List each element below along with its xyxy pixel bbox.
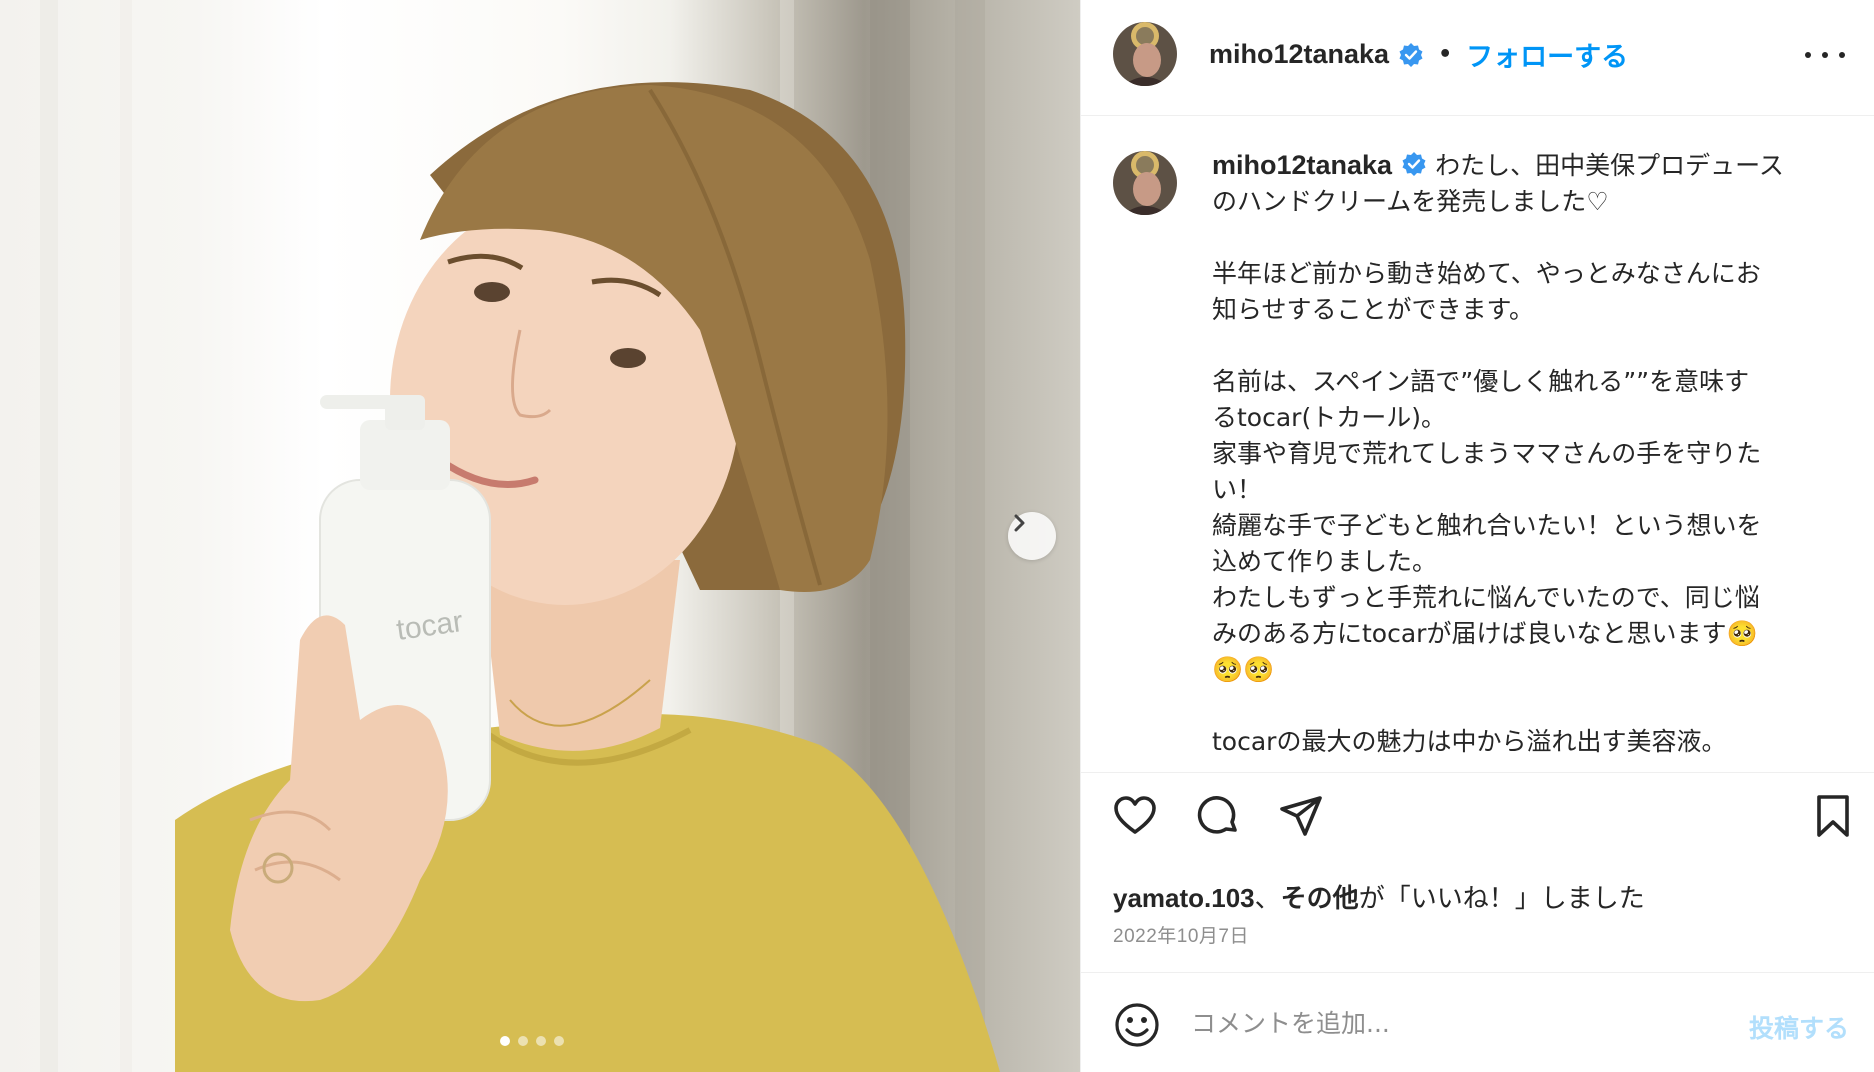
carousel-indicator [500,1036,564,1046]
verified-badge-icon [1399,42,1423,67]
avatar-image [1113,151,1177,215]
like-heart-icon[interactable] [1111,792,1159,840]
more-dot-icon [1805,52,1811,58]
post-panel: miho12tanaka • フォローする miho12tanaka わたし、田… [1080,0,1874,1072]
caption-line: 家事や育児で荒れてしまうママさんの手を守りた [1212,439,1762,468]
caption-line: 知らせすることができます。 [1212,295,1535,324]
post-image[interactable]: tocar [0,0,1080,1072]
avatar[interactable] [1113,22,1177,86]
caption-scroll-area[interactable]: miho12tanaka わたし、田中美保プロデュース のハンドクリームを発売しま… [1081,117,1874,773]
more-options-button[interactable] [1805,38,1845,72]
caption-line: わたしもずっと手荒れに悩んでいたので、同じ悩 [1212,583,1760,612]
post-actions [1081,784,1874,854]
header-separator: • [1438,42,1453,67]
carousel-dot [518,1036,528,1046]
share-send-icon[interactable] [1277,792,1325,840]
verified-badge-icon [1402,152,1426,176]
caption-line: わたし、田中美保プロデュース [1435,151,1784,180]
caption-line: 綺麗な手で子どもと触れ合いたい！という想いを [1212,511,1762,540]
comment-input[interactable] [1191,995,1711,1051]
post-header: miho12tanaka • フォローする [1081,0,1874,116]
save-bookmark-icon[interactable] [1809,792,1857,840]
caption-line: 名前は、スペイン語で”優しく触れる””を意味す [1212,367,1750,396]
carousel-dot [500,1036,510,1046]
post-date[interactable]: 2022年10月7日 [1113,921,1249,948]
comment-bar: 投稿する [1081,972,1874,1072]
caption-line: い！ [1212,475,1263,504]
caption-line: tocarの最大の魅力は中から溢れ出す美容液。 [1212,727,1727,756]
likes-separator: 、 [1254,883,1281,913]
caption-line: のハンドクリームを発売しました♡ [1212,187,1609,216]
follow-button[interactable]: フォローする [1466,35,1628,74]
comment-icon[interactable] [1195,792,1243,840]
chevron-right-icon [1014,514,1025,532]
photo-illustration: tocar [40,0,1000,1072]
caption-username[interactable]: miho12tanaka [1212,150,1392,180]
post-comment-button[interactable]: 投稿する [1749,1009,1849,1045]
caption-line: 🥺🥺 [1212,655,1275,684]
post-caption: miho12tanaka わたし、田中美保プロデュース のハンドクリームを発売しま… [1212,147,1840,760]
more-dot-icon [1839,52,1845,58]
caption-line: 半年ほど前から動き始めて、やっとみなさんにお [1212,259,1761,288]
more-dot-icon [1822,52,1828,58]
likes-summary[interactable]: yamato.103、その他が「いいね！」しました [1113,878,1645,915]
header-username[interactable]: miho12tanaka [1209,39,1389,70]
carousel-dot [554,1036,564,1046]
avatar-image [1113,22,1177,86]
likes-others[interactable]: その他 [1281,883,1359,913]
avatar[interactable] [1113,151,1177,215]
caption-line: みのある方にtocarが届けば良いなと思います🥺 [1212,619,1758,648]
carousel-next-button[interactable] [1008,512,1056,560]
likes-suffix: が「いいね！」しました [1358,883,1645,913]
likes-user[interactable]: yamato.103 [1113,883,1255,913]
carousel-dot [536,1036,546,1046]
caption-line: 込めて作りました。 [1212,547,1438,576]
caption-line: るtocar(トカール)。 [1212,403,1446,432]
emoji-smiley-icon[interactable] [1113,1001,1161,1049]
